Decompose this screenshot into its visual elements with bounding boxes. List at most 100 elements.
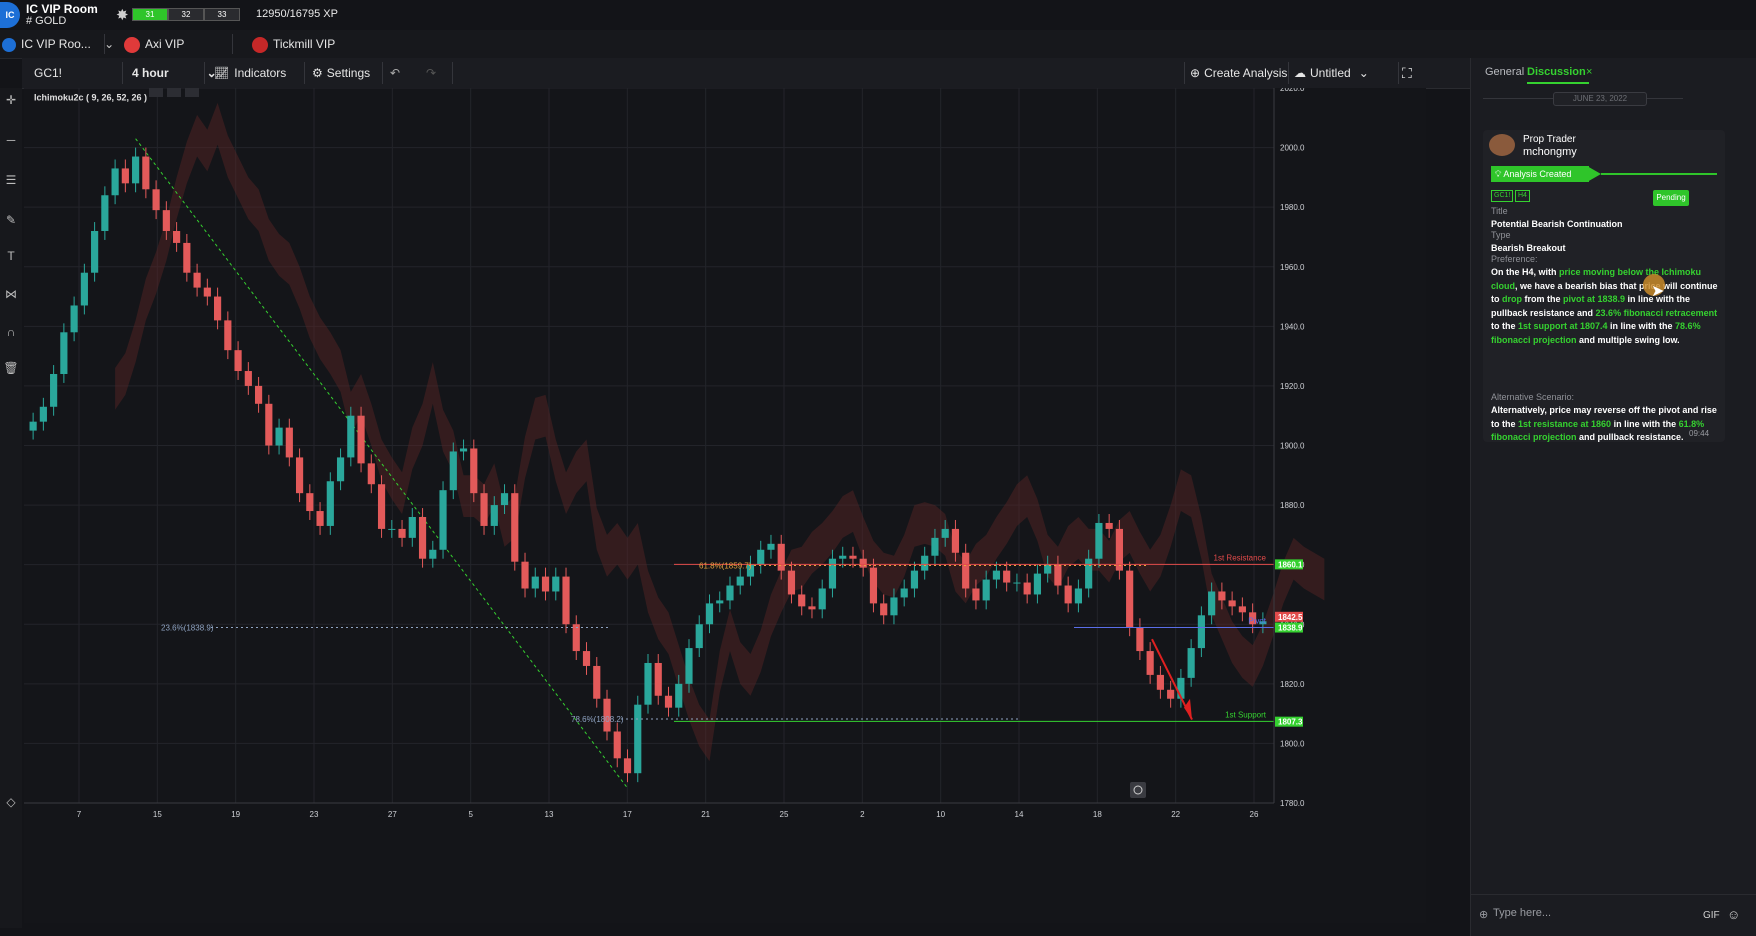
ic-logo-icon: IC <box>0 2 20 28</box>
candle-body <box>234 350 242 372</box>
candle-body <box>675 683 683 708</box>
candle-body <box>716 600 724 604</box>
status-banner-arrow <box>1587 166 1717 182</box>
text-tool-icon[interactable]: T <box>3 248 19 264</box>
trade-idea-icon[interactable] <box>1130 782 1146 798</box>
avatar[interactable] <box>1489 134 1515 156</box>
candle-body <box>1208 591 1216 616</box>
add-icon[interactable]: ⊕ <box>1479 908 1488 921</box>
redo-icon[interactable]: ↷ <box>426 58 436 88</box>
status-banner: 💡︎ Analysis Created <box>1491 166 1589 182</box>
cloud-icon: ☁ <box>1294 66 1306 80</box>
pattern-tool-icon[interactable]: ⋈ <box>3 286 19 302</box>
undo-icon[interactable]: ↶ <box>390 58 400 88</box>
crosshair-icon[interactable]: ✛ <box>3 92 19 108</box>
close-icon[interactable]: × <box>1586 66 1592 78</box>
candle-body <box>1218 591 1226 601</box>
candle-body <box>60 332 68 374</box>
candle-body <box>869 567 878 604</box>
candle-body <box>490 505 498 526</box>
candle-body <box>1187 648 1195 678</box>
tag-symbol: GC1! <box>1491 190 1514 202</box>
level-label: 1st Support <box>1225 710 1267 719</box>
candle-body <box>203 287 211 297</box>
candle-body <box>459 448 468 452</box>
candle-body <box>50 374 58 407</box>
candle-body <box>193 272 201 288</box>
candle-body <box>634 704 642 774</box>
tab-divider <box>104 34 105 54</box>
candle-body <box>931 537 939 556</box>
level-box-after: 33 <box>204 8 240 21</box>
candle-body <box>552 576 560 592</box>
layers-icon[interactable]: ◇ <box>3 794 19 810</box>
magnet-icon[interactable]: ∩ <box>3 324 19 340</box>
candle-body <box>1054 564 1062 586</box>
message-input[interactable]: Type here... <box>1493 901 1713 925</box>
create-analysis-button[interactable]: ⊕ Create Analysis <box>1190 58 1287 88</box>
candle-body <box>316 511 324 526</box>
brush-icon[interactable]: ✎ <box>3 212 19 228</box>
trash-icon[interactable] <box>185 88 199 97</box>
candle-body <box>787 570 796 595</box>
gear-icon: ⚙ <box>312 66 323 80</box>
candle-body <box>418 517 427 559</box>
candle-body <box>1013 582 1021 584</box>
chevron-down-icon[interactable]: ⌄ <box>104 37 114 51</box>
x-tick-label: 13 <box>545 810 554 819</box>
user-name[interactable]: mchongmy <box>1523 146 1577 158</box>
candle-body <box>1228 600 1236 607</box>
candle-body <box>1197 615 1205 649</box>
candle-body <box>736 576 744 586</box>
symbol-search[interactable]: GC1! <box>34 58 62 88</box>
tab-label: IC VIP Roo... <box>21 37 91 51</box>
fullscreen-icon[interactable]: ⛶ <box>1402 58 1412 88</box>
candle-body <box>951 528 960 553</box>
candle-body <box>849 555 857 559</box>
trash-icon[interactable]: 🗑︎ <box>3 360 19 376</box>
fib-tool-icon[interactable]: ☰ <box>3 172 19 188</box>
candle-body <box>500 493 509 506</box>
trend-line-icon[interactable]: ─ <box>3 132 19 148</box>
tab-general[interactable]: General <box>1485 66 1524 78</box>
candle-body <box>336 457 345 482</box>
candle-body <box>101 195 109 231</box>
gif-button[interactable]: GIF <box>1703 910 1720 921</box>
indicator-legend-text: Ichimoku2c ( 9, 26, 52, 26 ) <box>34 92 147 102</box>
tab-axi-vip[interactable]: Axi VIP <box>124 30 184 58</box>
candle-body <box>757 549 765 565</box>
emoji-icon[interactable]: ☺ <box>1727 907 1740 922</box>
title-label: Title <box>1491 206 1508 216</box>
candle-body <box>1003 570 1011 583</box>
candle-body <box>29 421 37 431</box>
price-chart[interactable]: 1st Resistance Pivot 1st Support 61.8%(1859… <box>24 88 1426 923</box>
eye-icon[interactable] <box>149 88 163 97</box>
indicators-button[interactable]: 📈︎ Indicators <box>214 58 286 88</box>
indicators-label: Indicators <box>234 66 287 80</box>
candle-body <box>347 415 355 458</box>
candle-body <box>1074 588 1082 604</box>
candle-body <box>808 606 816 610</box>
candle-body <box>880 603 888 616</box>
analysis-title: Potential Bearish Continuation <box>1491 219 1623 229</box>
candle-body <box>818 588 826 610</box>
candle-body <box>890 597 898 616</box>
candle-body <box>80 272 88 306</box>
candle-body <box>70 305 78 333</box>
candle-body <box>111 168 119 196</box>
candle-body <box>654 662 662 696</box>
settings-button[interactable]: ⚙ Settings <box>312 58 370 88</box>
message-time: 09:44 <box>1689 429 1710 438</box>
x-tick-label: 18 <box>1093 810 1102 819</box>
top-header: IC IC VIP Room # GOLD ✸ 31 32 33 12950/1… <box>0 0 1756 30</box>
tab-ic-vip-room[interactable]: IC VIP Roo... ⌄ <box>2 30 114 58</box>
candle-body <box>582 651 591 666</box>
candle-body <box>39 406 47 422</box>
candle-body <box>531 576 539 589</box>
candle-body <box>1156 674 1164 690</box>
tab-discussion[interactable]: Discussion <box>1527 66 1586 78</box>
save-layout-button[interactable]: ☁ Untitled ⌄ <box>1294 58 1369 88</box>
gear-icon[interactable] <box>167 88 181 97</box>
alternative-label: Alternative Scenario: <box>1491 392 1575 402</box>
tab-tickmill-vip[interactable]: Tickmill VIP <box>252 30 335 58</box>
